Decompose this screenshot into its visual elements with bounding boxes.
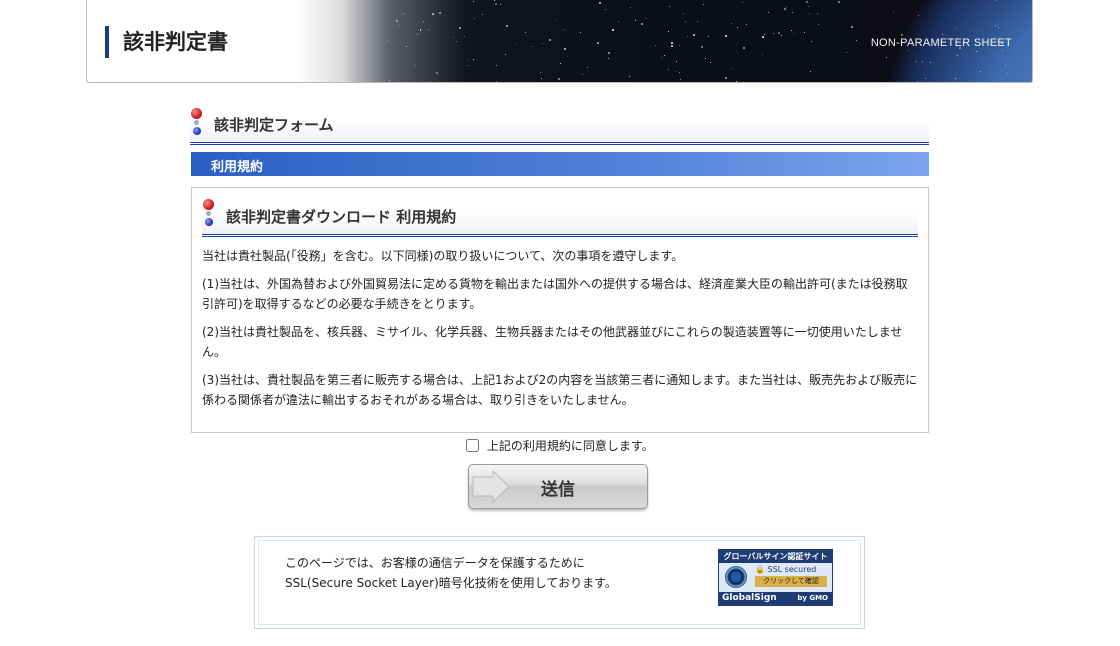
agree-row[interactable]: 上記の利用規約に同意します。 [466, 436, 654, 456]
star [700, 45, 703, 48]
star [402, 12, 404, 14]
agree-checkbox[interactable] [466, 439, 479, 452]
star [455, 40, 457, 42]
star [817, 12, 819, 14]
star [496, 80, 498, 82]
terms-item-3: (3)当社は、貴社製品を第三者に販売する場合は、上記1および2の内容を当該第三者… [202, 373, 918, 407]
star [598, 2, 601, 5]
star [675, 60, 677, 62]
eye-icon [725, 566, 747, 588]
header-subtitle: NON-PARAMETER SHEET [870, 37, 1012, 49]
star [805, 0, 808, 3]
star [395, 20, 398, 23]
bullet-balls-icon [203, 199, 215, 229]
star [730, 68, 732, 70]
bullet-balls-icon [191, 108, 203, 138]
star [679, 71, 680, 73]
star [954, 77, 956, 79]
seal-brand-name: GlobalSign [722, 593, 777, 603]
seal-middle: 🔒 SSL secured クリックして確認 [719, 563, 832, 592]
ssl-text-line-2: SSL(Secure Socket Layer)暗号化技術を使用しております。 [285, 576, 617, 590]
star [670, 45, 673, 48]
globalsign-seal[interactable]: グローバルサイン認証サイト 🔒 SSL secured クリックして確認 Glo… [718, 549, 833, 606]
terms-bar: 利用規約 [191, 152, 929, 176]
star [994, 24, 996, 26]
terms-intro: 当社は貴社製品(「役務」を含む。以下同様)の取り扱いについて、次の事項を遵守しま… [202, 249, 684, 263]
star [607, 57, 609, 59]
star [604, 8, 606, 10]
star [975, 50, 977, 52]
star [414, 64, 416, 66]
seal-top-label: グローバルサイン認証サイト [719, 550, 832, 563]
star [617, 20, 619, 22]
seal-click-label: クリックして確認 [755, 576, 827, 587]
star [494, 3, 497, 6]
star [772, 32, 774, 34]
star [792, 32, 794, 34]
star [628, 75, 630, 77]
star [667, 68, 669, 70]
star [730, 22, 732, 24]
star [741, 1, 743, 3]
star [575, 81, 578, 82]
star [459, 26, 462, 29]
star [743, 46, 746, 49]
form-heading: 該非判定フォーム [190, 106, 929, 145]
star [929, 61, 931, 63]
header-banner: 該非判定書 NON-PARAMETER SHEET [86, 0, 1033, 83]
submit-label: 送信 [541, 480, 575, 499]
star [560, 62, 562, 64]
ssl-notice: このページでは、お客様の通信データを保護するために SSL(Secure Soc… [254, 536, 865, 629]
page-title: 該非判定書 [105, 26, 228, 58]
star [540, 77, 542, 79]
seal-brand: GlobalSign by GMO [719, 592, 832, 605]
agree-label: 上記の利用規約に同意します。 [486, 439, 654, 453]
terms-heading-text: 該非判定書ダウンロード 利用規約 [226, 208, 457, 226]
star [472, 1, 474, 3]
star [563, 28, 565, 30]
star [915, 60, 917, 62]
star [735, 81, 737, 82]
star [482, 13, 484, 15]
submit-button[interactable]: 送信 [468, 464, 648, 509]
star [504, 53, 506, 55]
ssl-text-line-1: このページでは、お客様の通信データを保護するために [285, 556, 585, 570]
star [607, 51, 610, 54]
star [692, 34, 695, 36]
terms-box: 該非判定書ダウンロード 利用規約 当社は貴社製品(「役務」を含む。以下同様)の取… [191, 187, 929, 433]
star [808, 12, 810, 14]
terms-bar-label: 利用規約 [211, 160, 264, 175]
star [791, 12, 793, 13]
star [596, 41, 599, 44]
terms-item-1: (1)当社は、外国為替および外国貿易法に定める貨物を輸出または国外への提供する場… [202, 277, 908, 311]
terms-heading: 該非判定書ダウンロード 利用規約 [202, 198, 918, 237]
star [499, 4, 501, 6]
star [563, 48, 566, 50]
star [586, 66, 588, 68]
form-heading-text: 該非判定フォーム [214, 116, 334, 134]
star [900, 33, 903, 36]
ssl-text: このページでは、お客様の通信データを保護するために SSL(Secure Soc… [285, 553, 617, 593]
star [783, 8, 786, 11]
star [674, 70, 676, 72]
star [579, 31, 581, 33]
star [670, 41, 673, 44]
star [777, 31, 780, 34]
star [419, 28, 421, 30]
star [612, 28, 615, 31]
star [663, 54, 665, 56]
star [810, 40, 812, 42]
star [725, 34, 727, 37]
seal-secured: 🔒 SSL secured [755, 565, 817, 574]
seal-by-gmo: by GMO [797, 594, 828, 602]
star [684, 20, 686, 22]
terms-item-2: (2)当社は貴社製品を、核兵器、ミサイル、化学兵器、生物兵器またはその他武器並び… [202, 325, 903, 359]
